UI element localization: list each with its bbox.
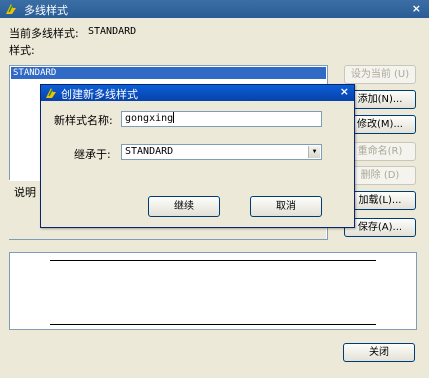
current-style-value: STANDARD (88, 26, 137, 37)
window-title-bar: 多线样式 × (0, 0, 429, 18)
preview-line-bottom (50, 324, 376, 325)
app-icon (46, 88, 56, 98)
description-label: 说明 (14, 186, 36, 199)
base-style-label: 继承于: (74, 148, 111, 161)
set-current-button[interactable]: 设为当前 (U) (344, 65, 416, 84)
close-icon[interactable]: × (412, 2, 421, 15)
list-item-label: STANDARD (13, 68, 57, 78)
current-style-label: 当前多线样式: (9, 27, 79, 40)
continue-button[interactable]: 继续 (148, 196, 220, 217)
cancel-button[interactable]: 取消 (250, 196, 322, 217)
dialog-close-icon[interactable]: × (340, 85, 349, 98)
dialog-title-bar: 创建新多线样式 × (41, 85, 354, 101)
new-style-name-value: gongxing (125, 113, 174, 124)
preview-line-top (50, 260, 376, 261)
close-button[interactable]: 关闭 (343, 343, 415, 362)
list-item-selected[interactable]: STANDARD (11, 67, 326, 79)
create-style-dialog: 创建新多线样式 × 新样式名称: gongxing 继承于: STANDARD … (40, 84, 355, 228)
base-style-value: STANDARD (125, 146, 174, 157)
new-style-name-label: 新样式名称: (54, 114, 113, 127)
text-caret (173, 112, 175, 123)
window-title: 多线样式 (24, 4, 68, 17)
styles-label: 样式: (9, 44, 35, 57)
dialog-title: 创建新多线样式 (61, 88, 138, 101)
preview-panel (9, 252, 417, 330)
app-icon (6, 4, 16, 14)
new-style-name-input[interactable]: gongxing (121, 111, 322, 127)
base-style-select[interactable]: STANDARD ▼ (121, 144, 322, 160)
chevron-down-icon[interactable]: ▼ (308, 146, 320, 158)
